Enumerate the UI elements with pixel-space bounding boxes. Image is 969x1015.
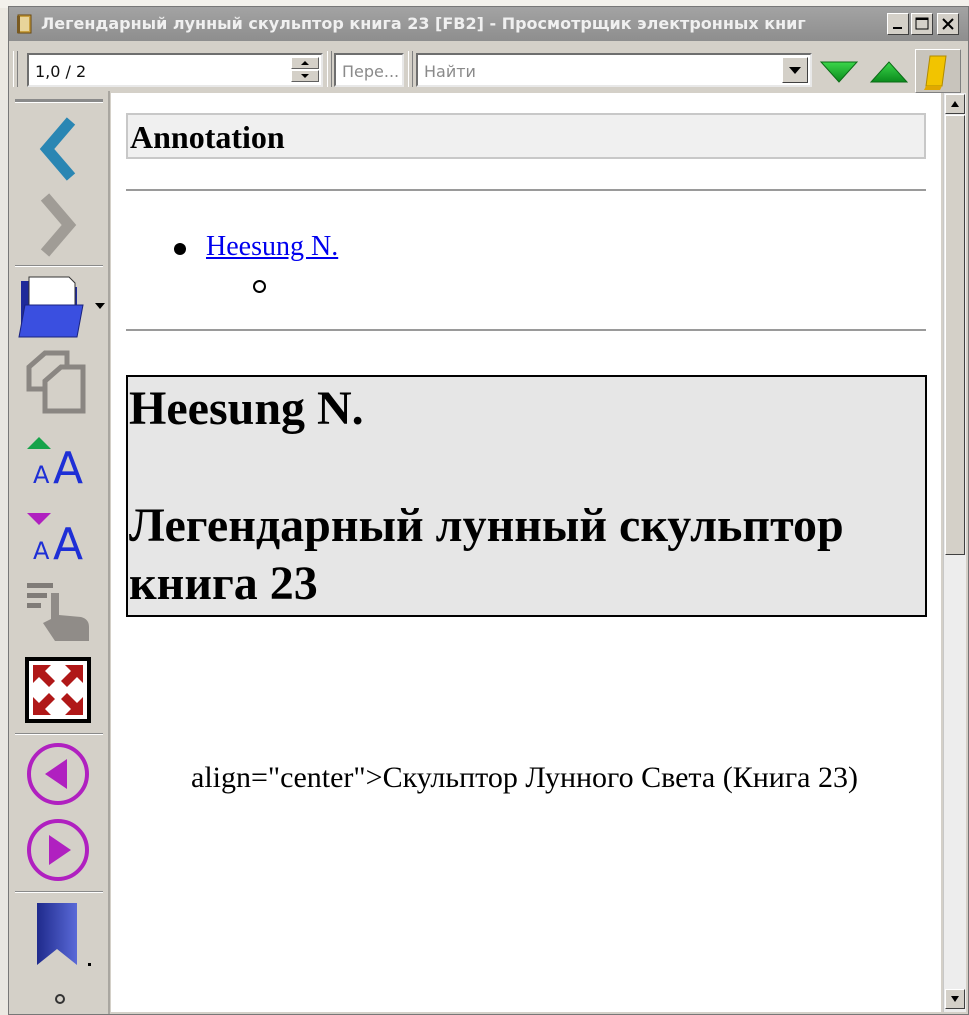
chevron-right-icon[interactable] xyxy=(35,193,79,257)
close-button[interactable] xyxy=(937,13,959,35)
divider xyxy=(126,329,926,331)
sidebar-separator xyxy=(15,265,103,267)
page-position-field[interactable]: 1,0 / 2 xyxy=(27,53,323,87)
minimize-button[interactable] xyxy=(887,13,909,35)
next-circle-icon[interactable] xyxy=(25,817,91,883)
chevron-down-icon xyxy=(789,67,801,74)
bookmark-button[interactable] xyxy=(915,49,961,93)
chevron-down-icon[interactable] xyxy=(53,993,67,1005)
bullet xyxy=(174,243,186,255)
font-increase-icon[interactable]: A A xyxy=(25,431,93,491)
scroll-thumb[interactable] xyxy=(945,115,965,555)
font-decrease-icon[interactable]: A A xyxy=(25,507,93,567)
scroll-down-button[interactable] xyxy=(945,989,965,1009)
find-dropdown-button[interactable] xyxy=(782,57,808,83)
author-link[interactable]: Heesung N. xyxy=(206,231,338,263)
find-placeholder: Найти xyxy=(424,62,476,81)
goto-placeholder: Пере... xyxy=(342,62,400,81)
minimize-icon xyxy=(893,27,902,29)
ebook-viewer-window: Легендарный лунный скульптор книга 23 [F… xyxy=(8,6,969,1015)
title-author: Heesung N. xyxy=(129,382,364,435)
svg-text:A: A xyxy=(33,461,50,489)
maximize-button[interactable] xyxy=(911,13,933,35)
svg-text:A: A xyxy=(53,443,83,491)
sub-bullet xyxy=(253,280,266,293)
fullscreen-icon[interactable] xyxy=(25,657,91,723)
background-window-edge xyxy=(0,100,8,1000)
page-position-value: 1,0 / 2 xyxy=(35,62,87,81)
body-text: align="center">Скульптор Лунного Света (… xyxy=(191,761,858,794)
arrow-down-icon xyxy=(951,996,959,1002)
arrow-down-green-icon[interactable] xyxy=(819,59,859,85)
divider xyxy=(126,189,926,191)
prev-circle-icon[interactable] xyxy=(25,741,91,807)
toolbar-grip[interactable] xyxy=(327,51,332,87)
find-field[interactable]: Найти xyxy=(416,53,812,87)
chevron-left-icon[interactable] xyxy=(35,117,79,181)
sidebar-separator xyxy=(15,733,103,735)
goto-field[interactable]: Пере... xyxy=(334,53,404,87)
copy-icon xyxy=(26,350,86,414)
bookmark-yellow-icon xyxy=(924,55,947,90)
toolbar-grip[interactable] xyxy=(408,51,413,87)
sidebar-separator xyxy=(15,891,103,893)
annotation-heading: Annotation xyxy=(126,113,926,159)
maximize-icon xyxy=(915,17,929,30)
svg-text:A: A xyxy=(33,537,50,565)
spin-up-icon xyxy=(301,61,309,65)
arrow-up-green-icon[interactable] xyxy=(869,59,909,85)
spin-down-icon xyxy=(301,74,309,78)
folder-open-icon[interactable] xyxy=(15,275,107,343)
hand-scroll-icon[interactable] xyxy=(25,579,95,645)
title-book-name: Легендарный лунный скульптор книга 23 xyxy=(129,499,844,610)
spin-up-button[interactable] xyxy=(291,57,319,69)
vertical-scrollbar[interactable] xyxy=(943,93,966,1012)
window-title: Легендарный лунный скульптор книга 23 [F… xyxy=(41,14,806,33)
annotation-heading-text: Annotation xyxy=(130,119,285,155)
sidebar-grip[interactable] xyxy=(15,99,103,103)
book-icon xyxy=(17,14,32,34)
close-icon xyxy=(942,18,954,30)
toolbar-grip[interactable] xyxy=(13,51,18,87)
svg-text:A: A xyxy=(53,519,83,567)
bookmark-blue-icon[interactable] xyxy=(31,899,101,969)
title-bar: Легендарный лунный скульптор книга 23 [F… xyxy=(9,7,968,41)
spin-down-button[interactable] xyxy=(291,70,319,82)
page-spinner[interactable] xyxy=(291,57,319,83)
book-content: Annotation Heesung N. Heesung N. Легенда… xyxy=(111,93,941,1012)
toolbar: 1,0 / 2 Пере... Найти xyxy=(9,43,968,93)
sidebar-toolbar: A A A A xyxy=(9,91,110,1014)
arrow-up-icon xyxy=(951,101,959,107)
scroll-up-button[interactable] xyxy=(945,94,965,114)
book-title-block: Heesung N. Легендарный лунный скульптор … xyxy=(126,375,927,617)
